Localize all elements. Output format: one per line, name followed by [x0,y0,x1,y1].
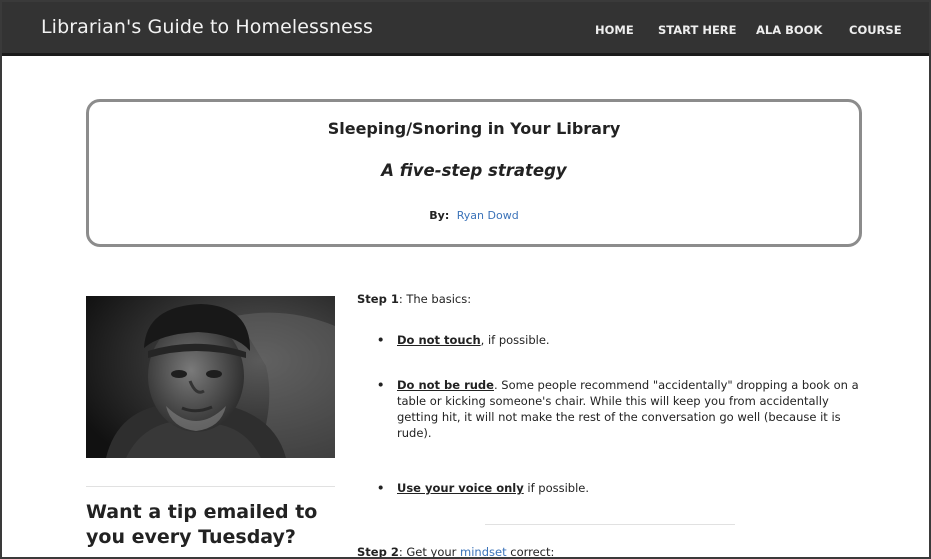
site-header: Librarian's Guide to Homelessness HOME S… [2,2,929,56]
section-divider [485,524,735,525]
page-frame: Librarian's Guide to Homelessness HOME S… [0,0,931,559]
nav-ala-book[interactable]: ALA BOOK [756,23,822,37]
bullet-lead: Do not be rude [397,378,494,392]
step-1-heading: Step 1: The basics: [357,292,471,306]
byline-label: By: [429,209,450,222]
step-2-text-end: correct: [506,545,555,559]
article-title: Sleeping/Snoring in Your Library [327,119,621,138]
article-subtitle: A five-step strategy [381,161,567,180]
step-2-text: : Get your [398,545,461,559]
list-item: Use your voice only if possible. [377,480,867,496]
sidebar-divider [86,486,335,487]
bullet-lead: Use your voice only [397,481,524,495]
bullet-text: if possible. [523,481,590,495]
portrait-photo [86,296,335,458]
step-1-label: Step 1 [357,292,399,306]
byline: By: Ryan Dowd [89,209,859,222]
list-item: Do not touch, if possible. [377,332,867,348]
nav-start-here[interactable]: START HERE [658,23,737,37]
bullet-lead: Do not touch [397,333,481,347]
step-2-label: Step 2 [357,545,399,559]
list-item: Do not be rude. Some people recommend "a… [377,377,867,441]
nav-home[interactable]: HOME [595,23,634,37]
newsletter-heading: Want a tip emailed to you every Tuesday? [86,501,318,548]
step-2-heading: Step 2: Get your mindset correct: [357,545,555,559]
mindset-link[interactable]: mindset [460,545,507,557]
nav-course[interactable]: COURSE [849,23,902,37]
step-1-text: : The basics: [398,292,472,306]
bullet-text: , if possible. [480,333,550,347]
article-title-box: Sleeping/Snoring in Your Library A five-… [86,99,862,247]
author-link[interactable]: Ryan Dowd [457,209,519,222]
portrait-image [86,296,335,458]
site-title[interactable]: Librarian's Guide to Homelessness [41,16,373,38]
